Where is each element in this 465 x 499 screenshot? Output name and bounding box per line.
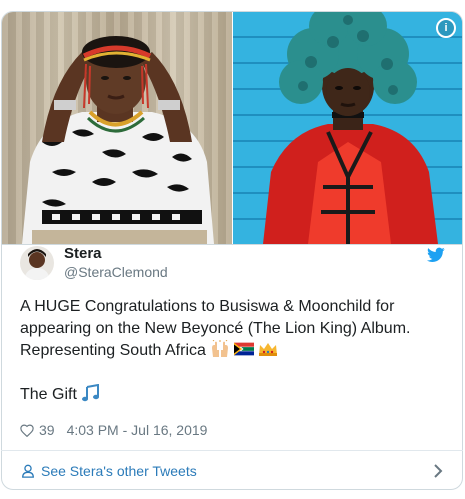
author-handle[interactable]: @SteraClemond xyxy=(64,263,168,281)
avatar[interactable] xyxy=(20,246,54,280)
other-tweets-link[interactable]: See Stera's other Tweets xyxy=(1,450,463,490)
chevron-right-icon xyxy=(434,463,443,478)
tweet-text-paragraph-2: The Gift xyxy=(20,384,440,406)
tweet-author[interactable]: Stera @SteraClemond xyxy=(20,243,168,283)
heart-icon[interactable] xyxy=(20,424,34,437)
musical-notes-emoji xyxy=(81,384,99,402)
woman-portrait-left xyxy=(22,36,214,244)
photo-busiswa[interactable] xyxy=(2,12,232,244)
person-icon xyxy=(22,464,34,478)
south-africa-flag-emoji xyxy=(233,342,254,356)
raising-hands-emoji xyxy=(211,340,228,357)
info-icon[interactable]: i xyxy=(436,18,456,38)
other-tweets-label[interactable]: See Stera's other Tweets xyxy=(41,463,197,479)
photo-moonchild[interactable]: i xyxy=(233,12,462,244)
twitter-bird-icon[interactable] xyxy=(427,247,445,263)
author-display-name[interactable]: Stera xyxy=(64,245,168,263)
woman-portrait-right xyxy=(263,12,438,244)
tweet-media[interactable]: i xyxy=(2,12,462,245)
tweet-text-paragraph: A HUGE Congratulations to Busiswa & Moon… xyxy=(20,296,440,362)
tweet-text-line-2: The Gift xyxy=(20,386,77,403)
tweet-timestamp[interactable]: 4:03 PM - Jul 16, 2019 xyxy=(67,422,208,438)
crown-emoji xyxy=(258,343,277,356)
tweet-text: A HUGE Congratulations to Busiswa & Moon… xyxy=(20,296,440,406)
tweet-meta: 39 4:03 PM - Jul 16, 2019 xyxy=(20,422,207,438)
like-count[interactable]: 39 xyxy=(39,422,55,438)
